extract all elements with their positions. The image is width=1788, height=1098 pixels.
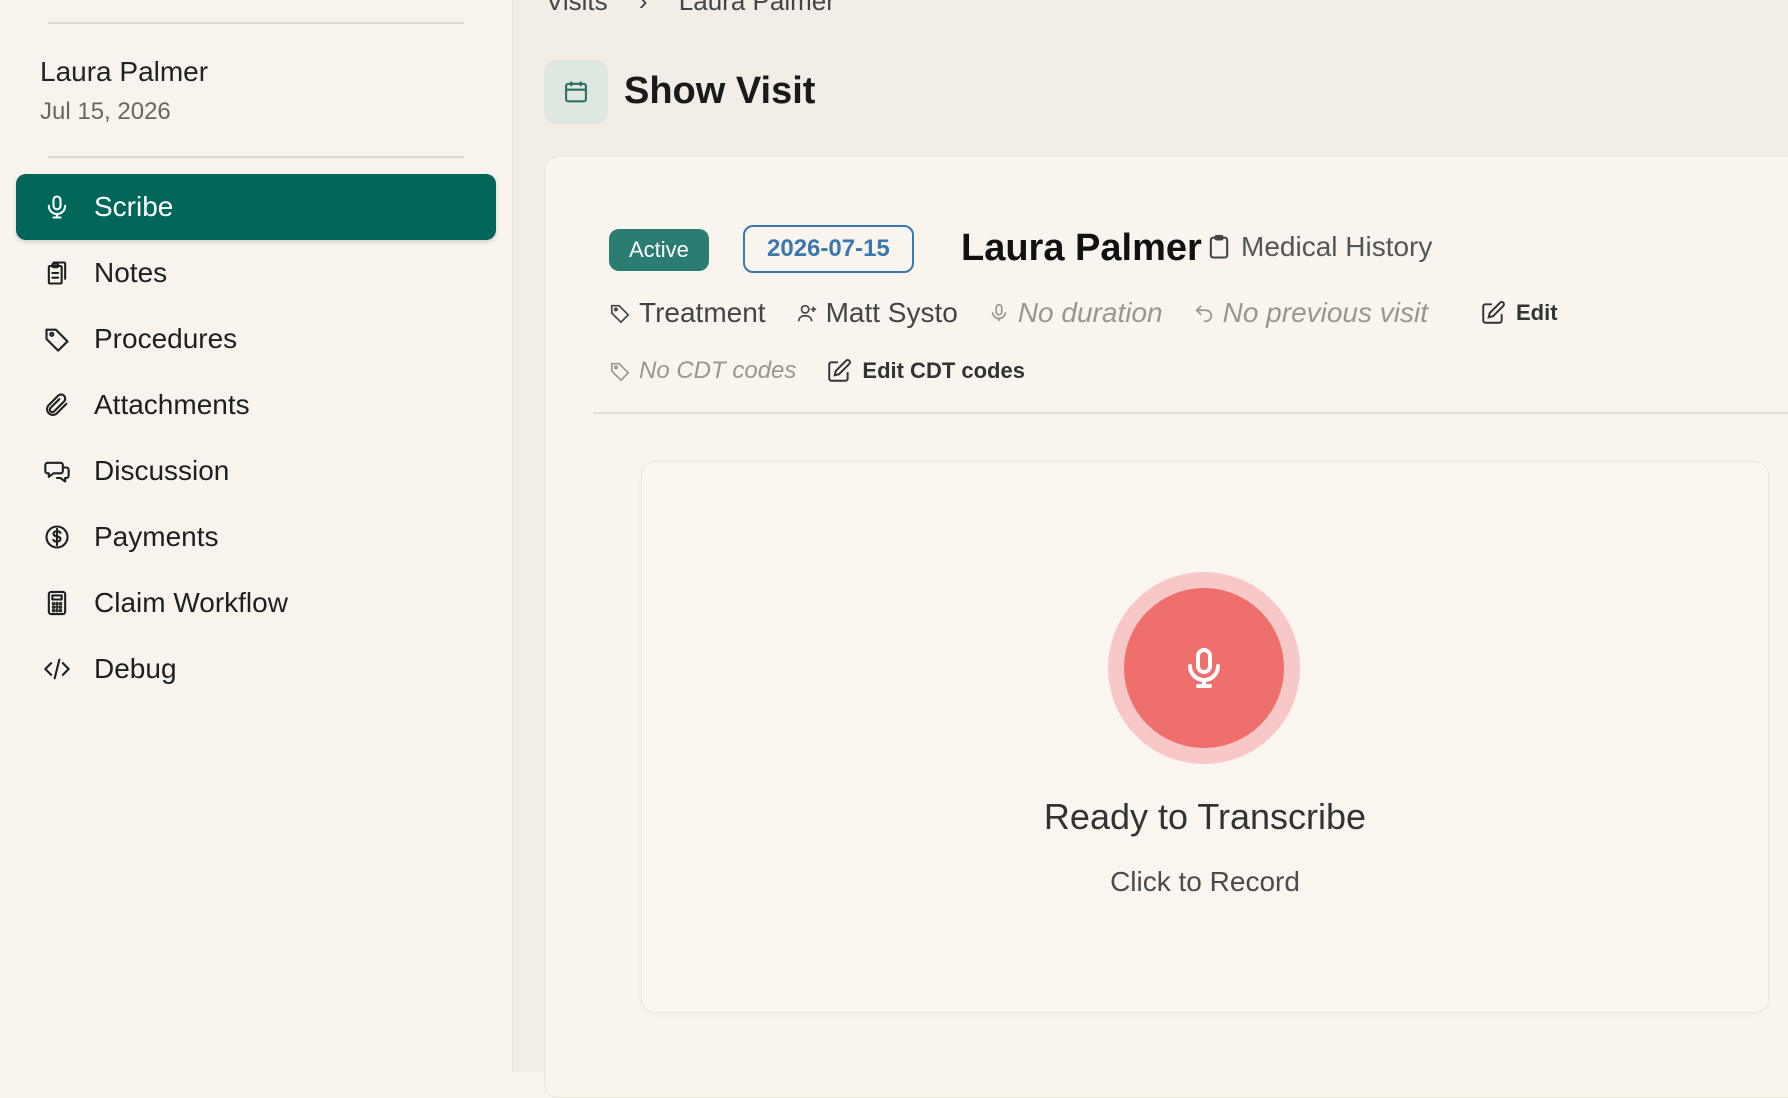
sidebar-item-scribe[interactable]: Scribe bbox=[16, 174, 496, 240]
clipboard-icon bbox=[1209, 234, 1229, 259]
cdt-codes-label: No CDT codes bbox=[639, 357, 797, 384]
sidebar-patient-name: Laura Palmer bbox=[40, 56, 209, 87]
sidebar-item-label: Notes bbox=[94, 257, 168, 288]
sidebar-item-label: Claim Workflow bbox=[94, 587, 288, 618]
edit-icon bbox=[1482, 301, 1505, 324]
status-badge: Active bbox=[609, 229, 709, 271]
sidebar-item-notes[interactable]: Notes bbox=[16, 240, 496, 306]
sidebar-item-claim-workflow[interactable]: Claim Workflow bbox=[16, 570, 496, 636]
tag-icon bbox=[610, 362, 630, 382]
card-divider bbox=[593, 412, 1788, 414]
medical-history-label: Medical History bbox=[1241, 231, 1433, 262]
visit-meta-row: Treatment Matt Systo No duration No prev… bbox=[609, 297, 1558, 329]
sidebar-item-label: Scribe bbox=[94, 191, 174, 222]
page-title: Show Visit bbox=[624, 70, 816, 112]
code-icon bbox=[42, 654, 72, 684]
microphone-icon bbox=[42, 192, 72, 222]
sidebar-item-attachments[interactable]: Attachments bbox=[16, 372, 496, 438]
sidebar-item-label: Discussion bbox=[94, 455, 230, 486]
sidebar-nav: Scribe Notes Procedures Attachments Disc… bbox=[16, 174, 496, 702]
breadcrumb-separator: › bbox=[638, 0, 648, 16]
sidebar-top-divider bbox=[48, 22, 464, 24]
previous-visit: No previous visit bbox=[1193, 297, 1428, 329]
undo-icon bbox=[1195, 305, 1212, 323]
medical-history-link[interactable]: Medical History bbox=[1205, 231, 1432, 263]
user-plus-icon bbox=[797, 304, 816, 322]
visit-type-label: Treatment bbox=[639, 297, 766, 328]
microphone-icon bbox=[1188, 648, 1220, 688]
edit-visit-button[interactable]: Edit bbox=[1480, 300, 1558, 326]
sidebar-item-label: Attachments bbox=[94, 389, 250, 420]
paperclip-icon bbox=[42, 390, 72, 420]
calendar-icon bbox=[544, 60, 608, 124]
cdt-codes: No CDT codes bbox=[609, 357, 796, 385]
sidebar-item-label: Debug bbox=[94, 653, 177, 684]
edit-cdt-codes-button[interactable]: Edit CDT codes bbox=[826, 358, 1025, 384]
sidebar-divider bbox=[48, 156, 464, 158]
visit-provider-label: Matt Systo bbox=[825, 297, 958, 328]
tag-icon bbox=[42, 324, 72, 354]
visit-date-chip[interactable]: 2026-07-15 bbox=[743, 225, 914, 273]
visit-type: Treatment bbox=[609, 297, 766, 329]
sidebar-item-label: Payments bbox=[94, 521, 219, 552]
record-button-inner[interactable] bbox=[1124, 588, 1284, 748]
sidebar-item-label: Procedures bbox=[94, 323, 238, 354]
calculator-icon bbox=[42, 588, 72, 618]
visit-patient-name: Laura Palmer bbox=[961, 227, 1202, 269]
clipboard-copy-icon bbox=[42, 258, 72, 288]
sidebar-patient-date: Jul 15, 2026 bbox=[40, 98, 171, 125]
record-subtitle: Click to Record bbox=[1110, 866, 1300, 897]
visit-duration-label: No duration bbox=[1017, 297, 1163, 328]
chat-bubbles-icon bbox=[42, 456, 72, 486]
record-button[interactable] bbox=[1108, 572, 1300, 764]
tag-icon bbox=[610, 304, 630, 324]
sidebar: Laura Palmer Jul 15, 2026 Scribe Notes P… bbox=[0, 0, 514, 1072]
edit-cdt-codes-label: Edit CDT codes bbox=[862, 358, 1025, 383]
record-title: Ready to Transcribe bbox=[1043, 796, 1367, 837]
visit-duration: No duration bbox=[988, 297, 1163, 329]
visit-provider: Matt Systo bbox=[796, 297, 958, 329]
breadcrumb: Visits › Laura Palmer bbox=[546, 0, 859, 17]
cdt-row: No CDT codes Edit CDT codes bbox=[609, 357, 1025, 385]
sidebar-item-payments[interactable]: Payments bbox=[16, 504, 496, 570]
previous-visit-label: No previous visit bbox=[1222, 297, 1428, 328]
visit-card: Active 2026-07-15 Laura Palmer Medical H… bbox=[544, 156, 1788, 1098]
dollar-circle-icon bbox=[42, 522, 72, 552]
sidebar-item-discussion[interactable]: Discussion bbox=[16, 438, 496, 504]
breadcrumb-current: Laura Palmer bbox=[678, 0, 835, 16]
record-panel: Ready to Transcribe Click to Record bbox=[641, 461, 1769, 1013]
edit-icon bbox=[828, 359, 852, 382]
microphone-icon bbox=[991, 303, 1007, 322]
breadcrumb-visits-link[interactable]: Visits bbox=[546, 0, 608, 16]
sidebar-item-debug[interactable]: Debug bbox=[16, 636, 496, 702]
main-content: Visits › Laura Palmer Show Visit Active … bbox=[514, 0, 1788, 1098]
edit-visit-label: Edit bbox=[1516, 300, 1558, 325]
sidebar-item-procedures[interactable]: Procedures bbox=[16, 306, 496, 372]
